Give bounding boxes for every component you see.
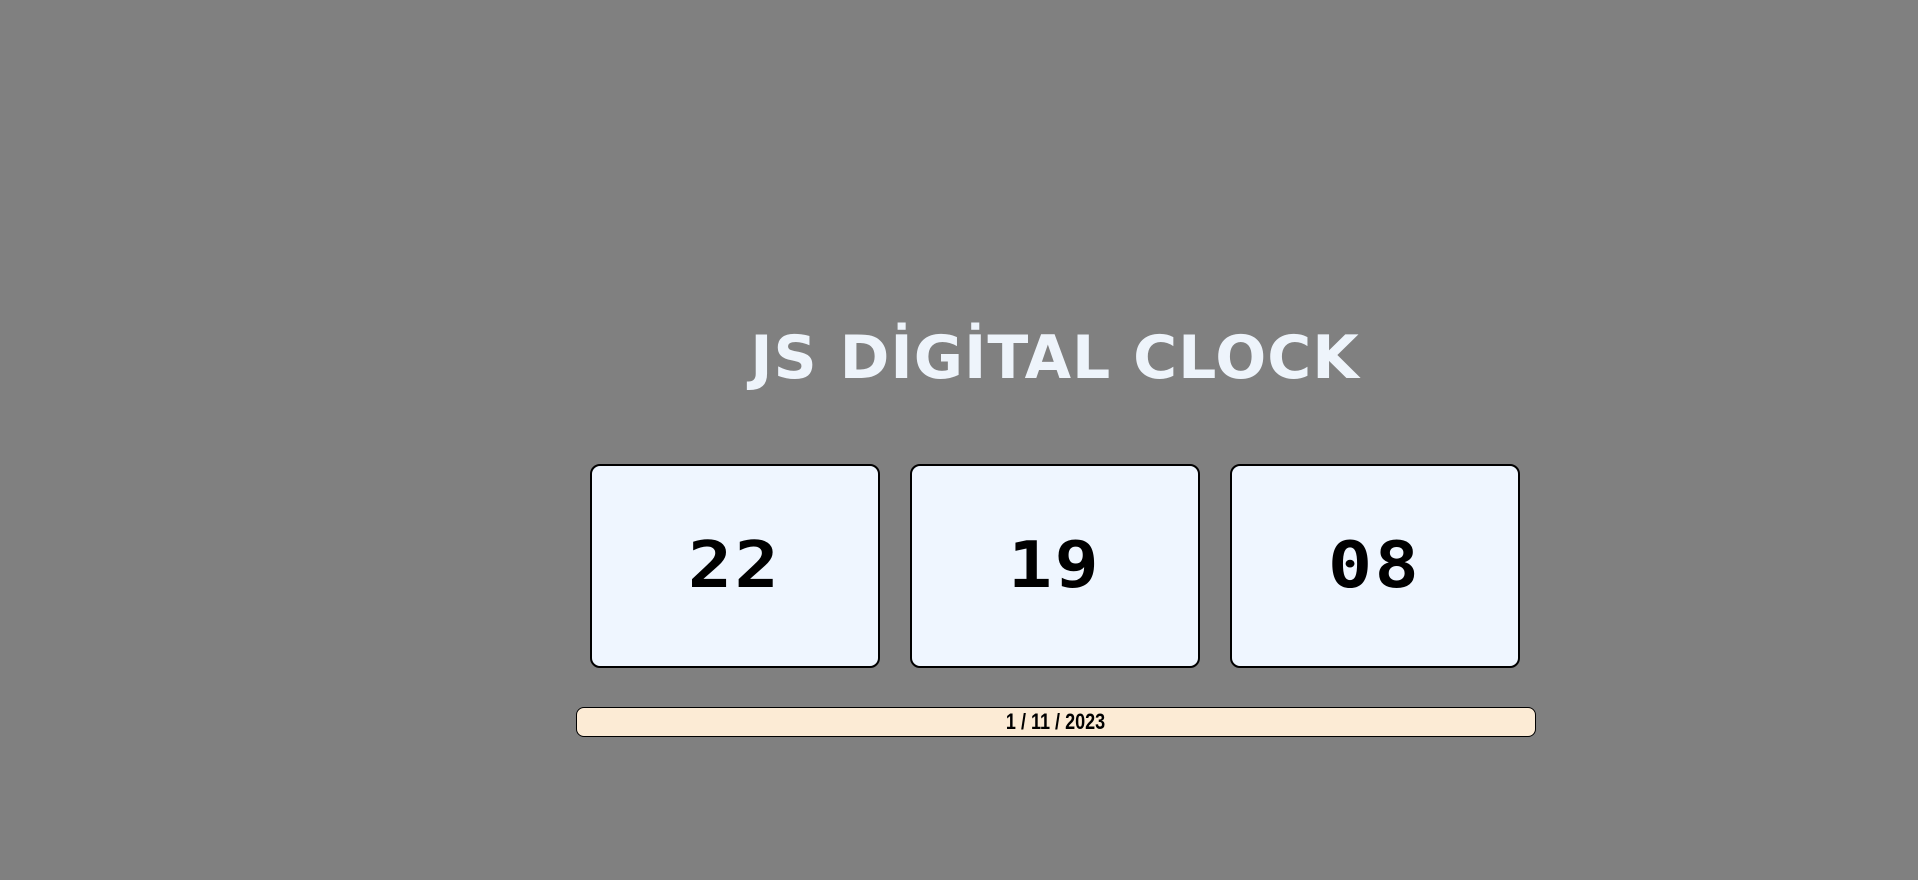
seconds-display: 08 bbox=[1230, 464, 1520, 668]
page-title: JS DİGİTAL CLOCK bbox=[750, 323, 1360, 393]
seconds-value: 08 bbox=[1328, 529, 1422, 603]
hours-value: 22 bbox=[688, 529, 782, 603]
minutes-value: 19 bbox=[1008, 529, 1102, 603]
hours-display: 22 bbox=[590, 464, 880, 668]
page: JS DİGİTAL CLOCK 22 19 08 1 / 11 / 2023 bbox=[0, 0, 1918, 880]
date-bar: 1 / 11 / 2023 bbox=[576, 707, 1536, 737]
minutes-display: 19 bbox=[910, 464, 1200, 668]
date-value: 1 / 11 / 2023 bbox=[1006, 709, 1106, 734]
